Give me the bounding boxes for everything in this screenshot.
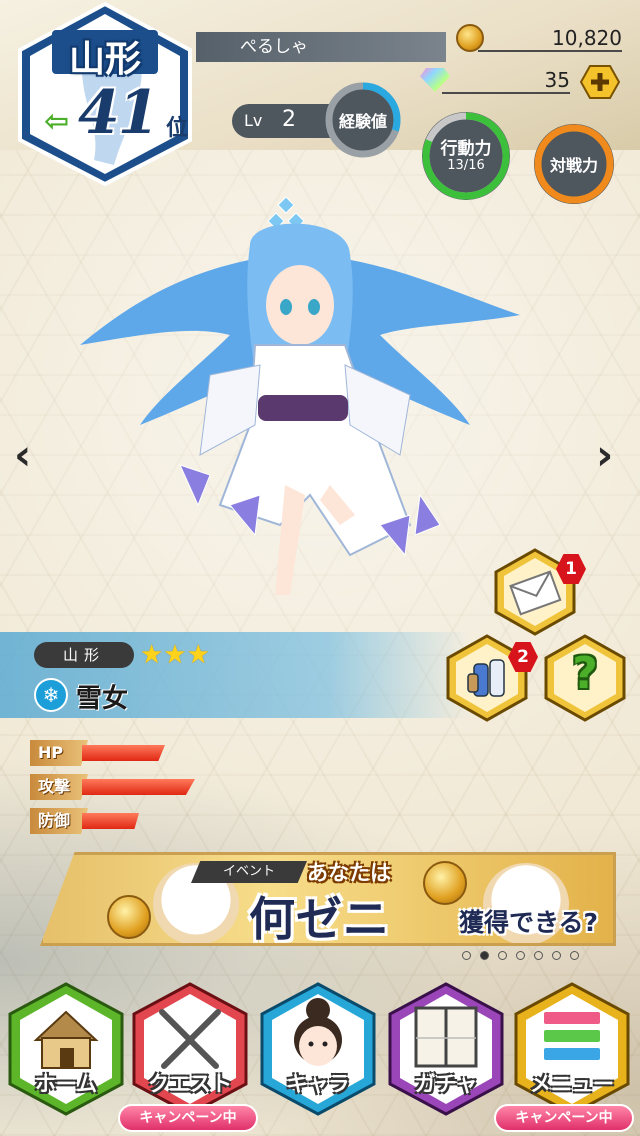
- stat-label: 攻撃: [30, 774, 88, 800]
- rank-prefecture-name: 山形: [68, 39, 141, 80]
- experience-label: 経験値: [338, 112, 387, 131]
- page-dot[interactable]: [552, 951, 561, 960]
- question-mark-icon: ?: [572, 648, 598, 699]
- nav-label: ホーム: [34, 1072, 98, 1096]
- event-tag: イベント: [191, 861, 307, 883]
- page-dot[interactable]: [534, 951, 543, 960]
- nav-quest[interactable]: クエスト: [130, 980, 250, 1120]
- nav-label: キャラ: [286, 1072, 350, 1096]
- battle-power-label: 対戦力: [549, 156, 598, 175]
- previous-character-arrow[interactable]: ‹: [14, 430, 31, 479]
- banner-pagination: [462, 951, 579, 960]
- page-dot-active[interactable]: [480, 951, 489, 960]
- nav-gacha[interactable]: ガチャ: [386, 980, 506, 1120]
- character-illustration[interactable]: [80, 195, 520, 635]
- banner-line-3: 獲得できる?: [459, 908, 599, 937]
- page-dot[interactable]: [516, 951, 525, 960]
- nav-hexagon: [132, 982, 248, 1116]
- gem-counter: 35: [420, 62, 570, 98]
- stamina-value: 13/16: [447, 158, 485, 173]
- page-dot[interactable]: [462, 951, 471, 960]
- rank-number: 41: [78, 78, 159, 148]
- level-value: 2: [282, 107, 296, 132]
- stat-label: 防御: [30, 808, 88, 834]
- snowflake-icon: ❄: [34, 678, 68, 712]
- character-prefecture: 山形: [34, 642, 134, 668]
- gem-icon: [420, 68, 450, 92]
- character-name: 雪女: [76, 684, 129, 714]
- add-gems-button[interactable]: [580, 64, 620, 100]
- player-name-bar: ぺるしゃ: [196, 32, 446, 62]
- rank-unit: 位: [166, 116, 189, 141]
- rarity-stars: ★★★: [140, 640, 210, 670]
- menu-icon: [544, 1012, 600, 1060]
- menu-campaign-tag: キャンペーン中: [494, 1104, 634, 1132]
- rank-up-arrow-icon: ⇦: [44, 104, 70, 139]
- stat-bar: [82, 745, 165, 761]
- nav-label: ガチャ: [414, 1072, 478, 1096]
- banner-line-2: 何ゼニ: [249, 892, 390, 946]
- gem-amount: 35: [544, 68, 570, 92]
- nav-character[interactable]: キャラ: [258, 980, 378, 1120]
- nav-label: メニュー: [530, 1072, 614, 1096]
- coin-decoration-icon: [423, 861, 467, 905]
- sliding-door-icon: [414, 1006, 478, 1068]
- next-character-arrow[interactable]: ›: [596, 430, 613, 479]
- nav-home[interactable]: ホーム: [6, 980, 126, 1120]
- coin-underline: [478, 50, 622, 52]
- quest-campaign-tag: キャンペーン中: [118, 1104, 258, 1132]
- page-dot[interactable]: [570, 951, 579, 960]
- coin-icon: [456, 24, 484, 52]
- stat-bar: [82, 813, 139, 829]
- stamina-label: 行動力: [440, 139, 492, 159]
- nav-hexagon: [514, 982, 630, 1116]
- coin-amount: 10,820: [552, 26, 622, 50]
- player-name: ぺるしゃ: [240, 37, 308, 57]
- prefecture-rank-badge[interactable]: 山形 ⇦ 41 位: [14, 0, 196, 188]
- gem-underline: [442, 92, 570, 94]
- event-banner[interactable]: イベント あなたは 何ゼニ 獲得できる?: [40, 852, 616, 946]
- nav-hexagon: [388, 982, 504, 1116]
- nav-menu[interactable]: メニュー: [512, 980, 632, 1120]
- level-label: Lv: [244, 111, 263, 130]
- nav-hexagon: [260, 982, 376, 1116]
- nav-hexagon: [8, 982, 124, 1116]
- coin-decoration-icon: [107, 895, 151, 939]
- coin-counter: 10,820: [456, 20, 622, 56]
- page-dot[interactable]: [498, 951, 507, 960]
- stat-bar: [82, 779, 195, 795]
- stat-label: HP: [30, 740, 88, 766]
- nav-label: クエスト: [148, 1072, 232, 1096]
